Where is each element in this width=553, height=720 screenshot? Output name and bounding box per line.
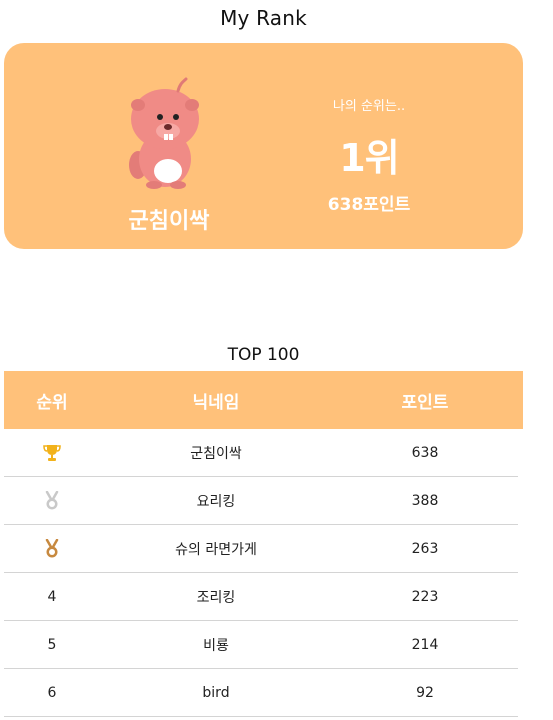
header-nickname: 닉네임: [192, 392, 240, 413]
row-points: 638: [411, 444, 439, 461]
table-row: 슈의 라면가게 263: [4, 525, 518, 573]
row-rank: 4: [47, 588, 57, 605]
table-header: 순위 닉네임 포인트: [4, 371, 523, 429]
my-rank-card: 군침이싹 나의 순위는.. 1위 638포인트: [4, 43, 523, 249]
row-points: 263: [411, 540, 439, 557]
table-row: 4 조리킹 223: [4, 573, 518, 621]
row-nickname: 요리킹: [196, 493, 236, 510]
table-row: 군침이싹 638: [4, 429, 518, 477]
row-nickname: 조리킹: [196, 589, 236, 606]
row-nickname: bird: [202, 684, 230, 701]
row-rank: 6: [47, 684, 57, 701]
my-nickname: 군침이싹: [128, 209, 210, 234]
row-nickname: 슈의 라면가게: [175, 541, 257, 558]
rank-value: 1위: [339, 136, 399, 180]
row-nickname: 군침이싹: [190, 445, 242, 462]
row-points: 388: [411, 492, 439, 509]
page-title: My Rank: [220, 6, 307, 30]
header-points: 포인트: [401, 392, 449, 413]
row-points: 92: [416, 684, 434, 701]
row-points: 223: [411, 588, 439, 605]
gold-trophy-icon: [4, 444, 100, 462]
bronze-medal-icon: [4, 538, 100, 559]
silver-medal-icon: [4, 490, 100, 511]
beaver-avatar: [128, 77, 202, 189]
rank-label: 나의 순위는..: [332, 99, 406, 114]
row-nickname: 비룡: [203, 637, 229, 654]
table-row: 6 bird 92: [4, 669, 518, 717]
row-points: 214: [411, 636, 439, 653]
row-rank: 5: [47, 636, 57, 653]
rank-points: 638포인트: [327, 195, 411, 215]
leaderboard-title: TOP 100: [227, 345, 300, 365]
table-row: 5 비룡 214: [4, 621, 518, 669]
leaderboard-table: 순위 닉네임 포인트 군침이싹 638 요리킹 388 슈의 라면가게 263 …: [4, 371, 523, 717]
header-rank: 순위: [36, 392, 68, 413]
table-row: 요리킹 388: [4, 477, 518, 525]
